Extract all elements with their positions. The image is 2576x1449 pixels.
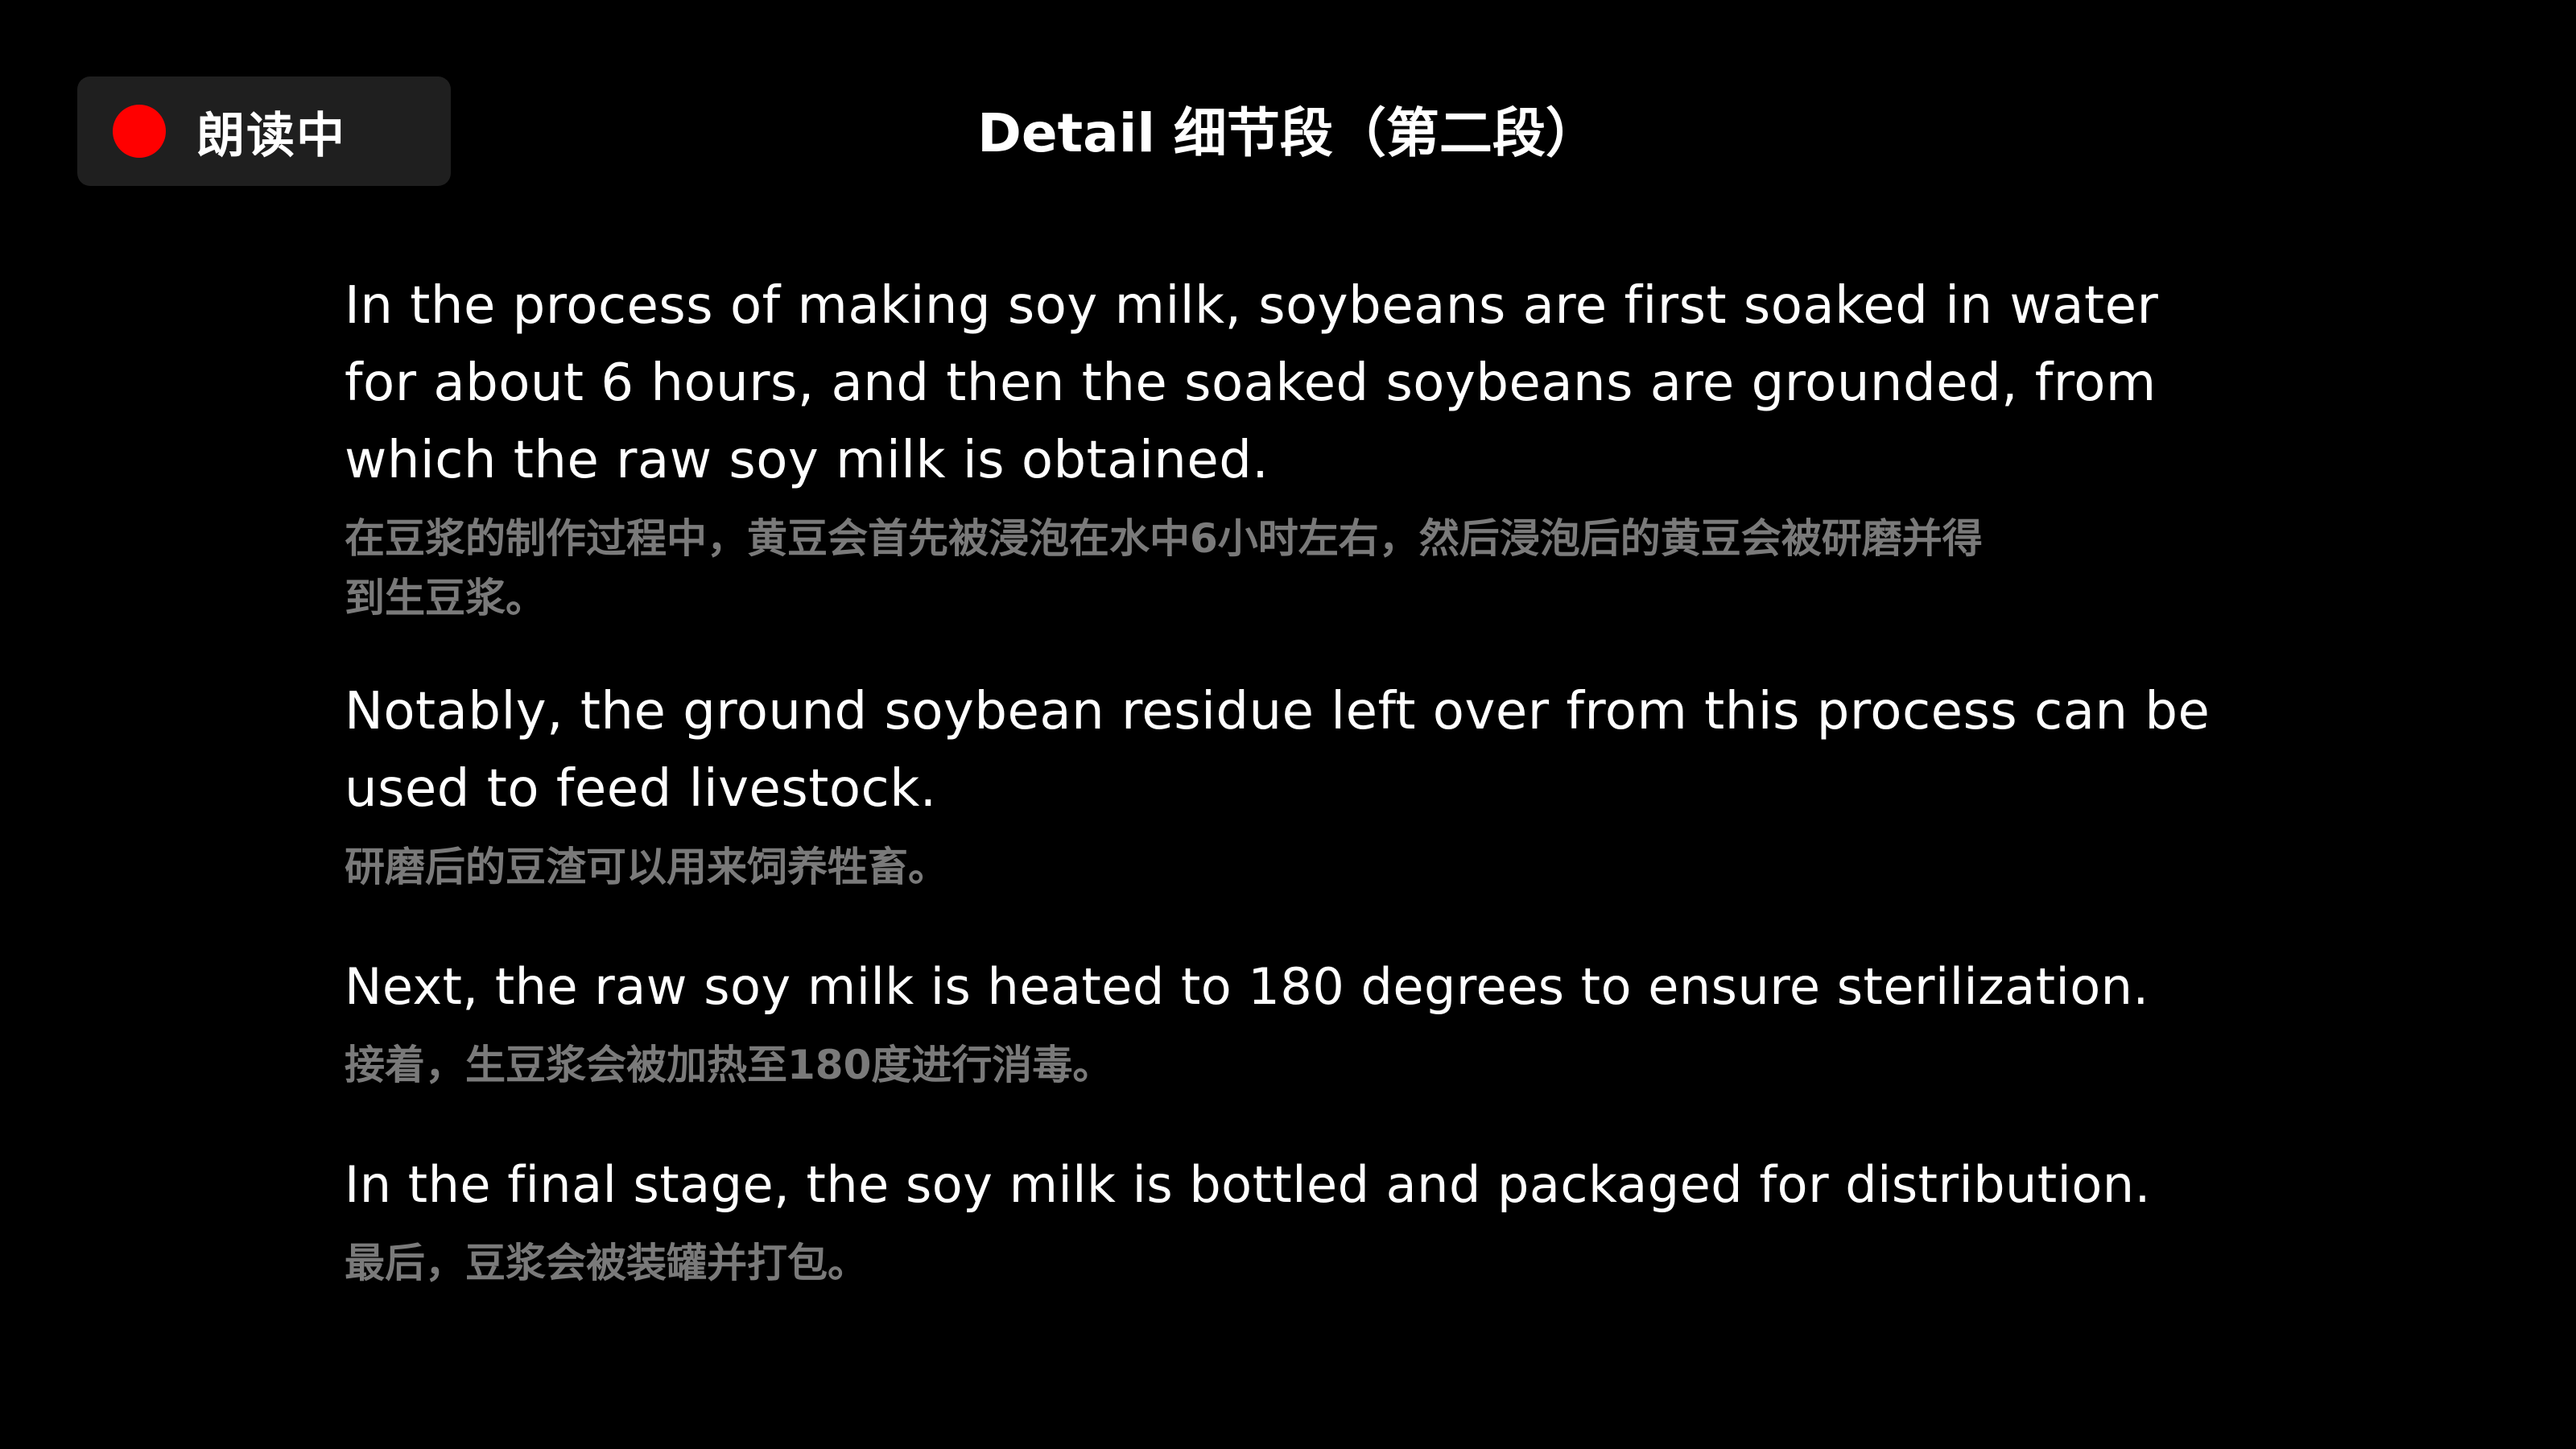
paragraph-4: In the final stage, the soy milk is bott… bbox=[345, 1146, 2309, 1293]
paragraph-english-text: In the final stage, the soy milk is bott… bbox=[345, 1155, 2151, 1214]
paragraph-chinese-translation: 最后，豆浆会被装罐并打包。 bbox=[345, 1240, 868, 1286]
reading-screen: 朗读中 Detail 细节段（第二段） In the process of ma… bbox=[0, 0, 2576, 1449]
page-title: Detail 细节段（第二段） bbox=[977, 102, 1599, 164]
paragraph-1: In the process of making soy milk, soybe… bbox=[345, 267, 2244, 628]
reading-status-label: 朗读中 bbox=[196, 107, 346, 164]
paragraph-english-text: Notably, the ground soybean residue left… bbox=[345, 682, 2211, 819]
paragraph-2: Notably, the ground soybean residue left… bbox=[345, 673, 2244, 897]
paragraph-chinese-translation: 接着，生豆浆会被加热至180度进行消毒。 bbox=[345, 1042, 1113, 1088]
paragraph-chinese-translation: 研磨后的豆渣可以用来饲养牲畜。 bbox=[345, 844, 948, 890]
paragraph-chinese-translation: 在豆浆的制作过程中，黄豆会首先被浸泡在水中6小时左右，然后浸泡后的黄豆会被研磨并… bbox=[345, 515, 1983, 621]
paragraph-3: Next, the raw soy milk is heated to 180 … bbox=[345, 948, 2309, 1095]
record-dot-icon bbox=[113, 105, 166, 158]
paragraph-english-text: In the process of making soy milk, soybe… bbox=[345, 276, 2159, 490]
paragraph-english-text: Next, the raw soy milk is heated to 180 … bbox=[345, 957, 2149, 1016]
reading-status-badge: 朗读中 bbox=[77, 76, 451, 186]
paragraph-list: In the process of making soy milk, soybe… bbox=[345, 267, 2309, 1293]
